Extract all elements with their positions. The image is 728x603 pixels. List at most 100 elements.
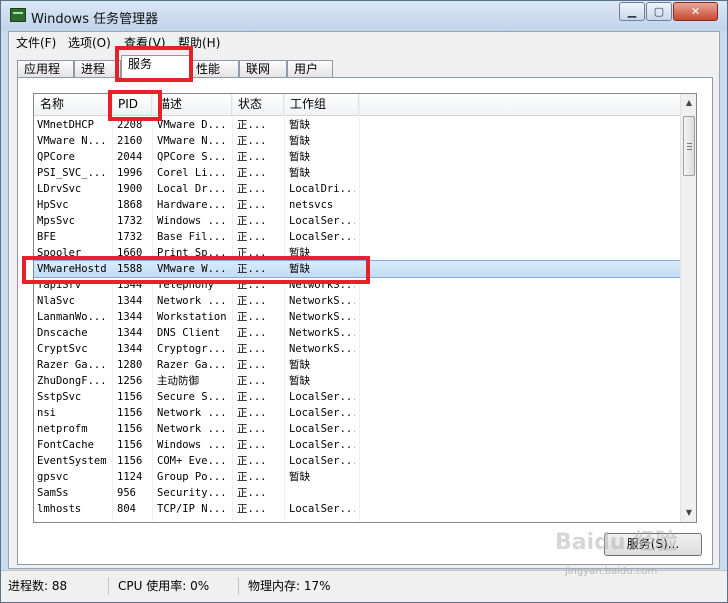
cell-pid: 1156 bbox=[117, 407, 143, 419]
table-row[interactable]: CryptSvc 1344 Cryptogr... 正... NetworkS... bbox=[34, 341, 680, 357]
cell-group: netsvcs bbox=[289, 199, 334, 211]
tab-applications[interactable]: 应用程序 bbox=[17, 60, 74, 92]
cell-name: VMwareHostd bbox=[37, 263, 107, 275]
tab-services[interactable]: 服务 bbox=[121, 55, 191, 79]
column-pid[interactable]: PID bbox=[112, 94, 152, 116]
close-icon: ✕ bbox=[690, 5, 701, 18]
menu-help[interactable]: 帮助(H) bbox=[178, 34, 220, 51]
table-row[interactable]: LDrvSvc 1900 Local Dr... 正... LocalDri... bbox=[34, 181, 680, 197]
cell-pid: 1344 bbox=[117, 343, 143, 355]
cell-name: VMnetDHCP bbox=[37, 119, 94, 131]
cell-group: LocalSer... bbox=[289, 439, 355, 451]
vertical-scrollbar[interactable]: ▲ ▼ bbox=[680, 94, 696, 522]
cell-pid: 1256 bbox=[117, 375, 143, 387]
cell-status: 正... bbox=[237, 471, 267, 483]
table-row[interactable]: LanmanWo... 1344 Workstation 正... NetworkS..… bbox=[34, 309, 680, 325]
cell-pid: 1732 bbox=[117, 231, 143, 243]
cell-status: 正... bbox=[237, 359, 267, 371]
table-row[interactable]: PSI_SVC_... 1996 Corel Li... 正... 暂缺 bbox=[34, 165, 680, 181]
cell-group: LocalSer... bbox=[289, 423, 355, 435]
cell-description: Telephony bbox=[157, 279, 214, 291]
menu-file[interactable]: 文件(F) bbox=[16, 34, 56, 51]
table-row[interactable]: VMware N... 2160 VMware N... 正... 暂缺 bbox=[34, 133, 680, 149]
cell-status: 正... bbox=[237, 343, 267, 355]
table-row[interactable]: HpSvc 1868 Hardware... 正... netsvcs bbox=[34, 197, 680, 213]
table-row[interactable]: VMnetDHCP 2208 VMware D... 正... 暂缺 bbox=[34, 117, 680, 133]
close-button[interactable]: ✕ bbox=[673, 2, 718, 21]
table-row[interactable]: lmhosts 804 TCP/IP N... 正... LocalSer... bbox=[34, 501, 680, 517]
cell-description: Base Fil... bbox=[157, 231, 227, 243]
table-row[interactable]: nsi 1156 Network ... 正... LocalSer... bbox=[34, 405, 680, 421]
maximize-icon: ▢ bbox=[653, 5, 665, 18]
tab-networking[interactable]: 联网 bbox=[239, 60, 287, 78]
cell-status: 正... bbox=[237, 215, 267, 227]
cell-name: Dnscache bbox=[37, 327, 88, 339]
cell-status: 正... bbox=[237, 231, 267, 243]
scrollbar-thumb[interactable] bbox=[683, 116, 695, 176]
cell-pid: 1156 bbox=[117, 423, 143, 435]
cell-name: HpSvc bbox=[37, 199, 69, 211]
table-row[interactable]: EventSystem 1156 COM+ Eve... 正... LocalSer..… bbox=[34, 453, 680, 469]
tab-performance[interactable]: 性能 bbox=[191, 60, 239, 78]
cell-pid: 1156 bbox=[117, 439, 143, 451]
table-row-selected[interactable]: VMwareHostd 1588 VMware W... 正... 暂缺 bbox=[34, 260, 681, 278]
grip-line bbox=[687, 143, 692, 144]
cell-group: NetworkS... bbox=[289, 311, 355, 323]
table-row[interactable]: FontCache 1156 Windows ... 正... LocalSer... bbox=[34, 437, 680, 453]
cell-name: SamSs bbox=[37, 487, 69, 499]
services-panel: 名称 PID 描述 状态 工作组 VMnetDHCP 2208 VMware D..… bbox=[17, 77, 713, 565]
table-row[interactable]: SamSs 956 Security... 正... bbox=[34, 485, 680, 501]
table-row[interactable]: MpsSvc 1732 Windows ... 正... LocalSer... bbox=[34, 213, 680, 229]
table-row[interactable]: Dnscache 1344 DNS Client 正... NetworkS... bbox=[34, 325, 680, 341]
cell-name: QPCore bbox=[37, 151, 75, 163]
column-group[interactable]: 工作组 bbox=[284, 94, 359, 116]
cell-group: 暂缺 bbox=[289, 135, 310, 147]
scroll-down-icon[interactable]: ▼ bbox=[681, 504, 696, 521]
cell-description: Group Po... bbox=[157, 471, 227, 483]
cell-group: LocalSer... bbox=[289, 391, 355, 403]
cell-name: MpsSvc bbox=[37, 215, 75, 227]
cell-pid: 2160 bbox=[117, 135, 143, 147]
table-row[interactable]: NlaSvc 1344 Network ... 正... NetworkS... bbox=[34, 293, 680, 309]
cell-group: 暂缺 bbox=[289, 247, 310, 259]
cell-description: Razer Ga... bbox=[157, 359, 227, 371]
cell-group: 暂缺 bbox=[289, 471, 310, 483]
table-row[interactable]: Razer Ga... 1280 Razer Ga... 正... 暂缺 bbox=[34, 357, 680, 373]
table-row[interactable]: gpsvc 1124 Group Po... 正... 暂缺 bbox=[34, 469, 680, 485]
tab-processes[interactable]: 进程 bbox=[74, 60, 121, 78]
window-title: Windows 任务管理器 bbox=[31, 12, 159, 27]
column-name[interactable]: 名称 bbox=[34, 94, 112, 116]
status-process-count: 进程数: 88 bbox=[5, 577, 109, 595]
grip-line bbox=[687, 149, 692, 150]
menu-view[interactable]: 查看(V) bbox=[124, 34, 166, 51]
table-row[interactable]: TapiSrv 1344 Telephony 正... NetworkS... bbox=[34, 277, 680, 293]
cell-group: LocalSer... bbox=[289, 231, 355, 243]
table-row[interactable]: SstpSvc 1156 Secure S... 正... LocalSer... bbox=[34, 389, 680, 405]
cell-status: 正... bbox=[237, 119, 267, 131]
cell-status: 正... bbox=[237, 279, 267, 291]
cell-description: Secure S... bbox=[157, 391, 227, 403]
table-row[interactable]: Spooler 1660 Print Sp... 正... 暂缺 bbox=[34, 245, 680, 261]
task-manager-icon bbox=[10, 8, 26, 22]
table-row[interactable]: BFE 1732 Base Fil... 正... LocalSer... bbox=[34, 229, 680, 245]
cell-name: LDrvSvc bbox=[37, 183, 82, 195]
title-bar[interactable]: Windows 任务管理器 ▁ ▢ ✕ bbox=[1, 1, 727, 31]
minimize-button[interactable]: ▁ bbox=[619, 2, 645, 21]
table-row[interactable]: QPCore 2044 QPCore S... 正... 暂缺 bbox=[34, 149, 680, 165]
cell-pid: 1156 bbox=[117, 391, 143, 403]
cell-status: 正... bbox=[237, 375, 267, 387]
maximize-button[interactable]: ▢ bbox=[646, 2, 672, 21]
cell-pid: 1588 bbox=[117, 263, 143, 275]
tab-users[interactable]: 用户 bbox=[287, 60, 333, 78]
cell-pid: 1900 bbox=[117, 183, 143, 195]
table-row[interactable]: netprofm 1156 Network ... 正... LocalSer... bbox=[34, 421, 680, 437]
cell-group: NetworkS... bbox=[289, 327, 355, 339]
menu-options[interactable]: 选项(O) bbox=[68, 34, 111, 51]
column-status[interactable]: 状态 bbox=[232, 94, 284, 116]
column-description[interactable]: 描述 bbox=[152, 94, 232, 116]
services-list[interactable]: 名称 PID 描述 状态 工作组 VMnetDHCP 2208 VMware D..… bbox=[33, 93, 697, 523]
table-row[interactable]: ZhuDongF... 1256 主动防御 正... 暂缺 bbox=[34, 373, 680, 389]
cell-name: lmhosts bbox=[37, 503, 82, 515]
scroll-up-icon[interactable]: ▲ bbox=[681, 94, 696, 111]
cell-pid: 1156 bbox=[117, 455, 143, 467]
